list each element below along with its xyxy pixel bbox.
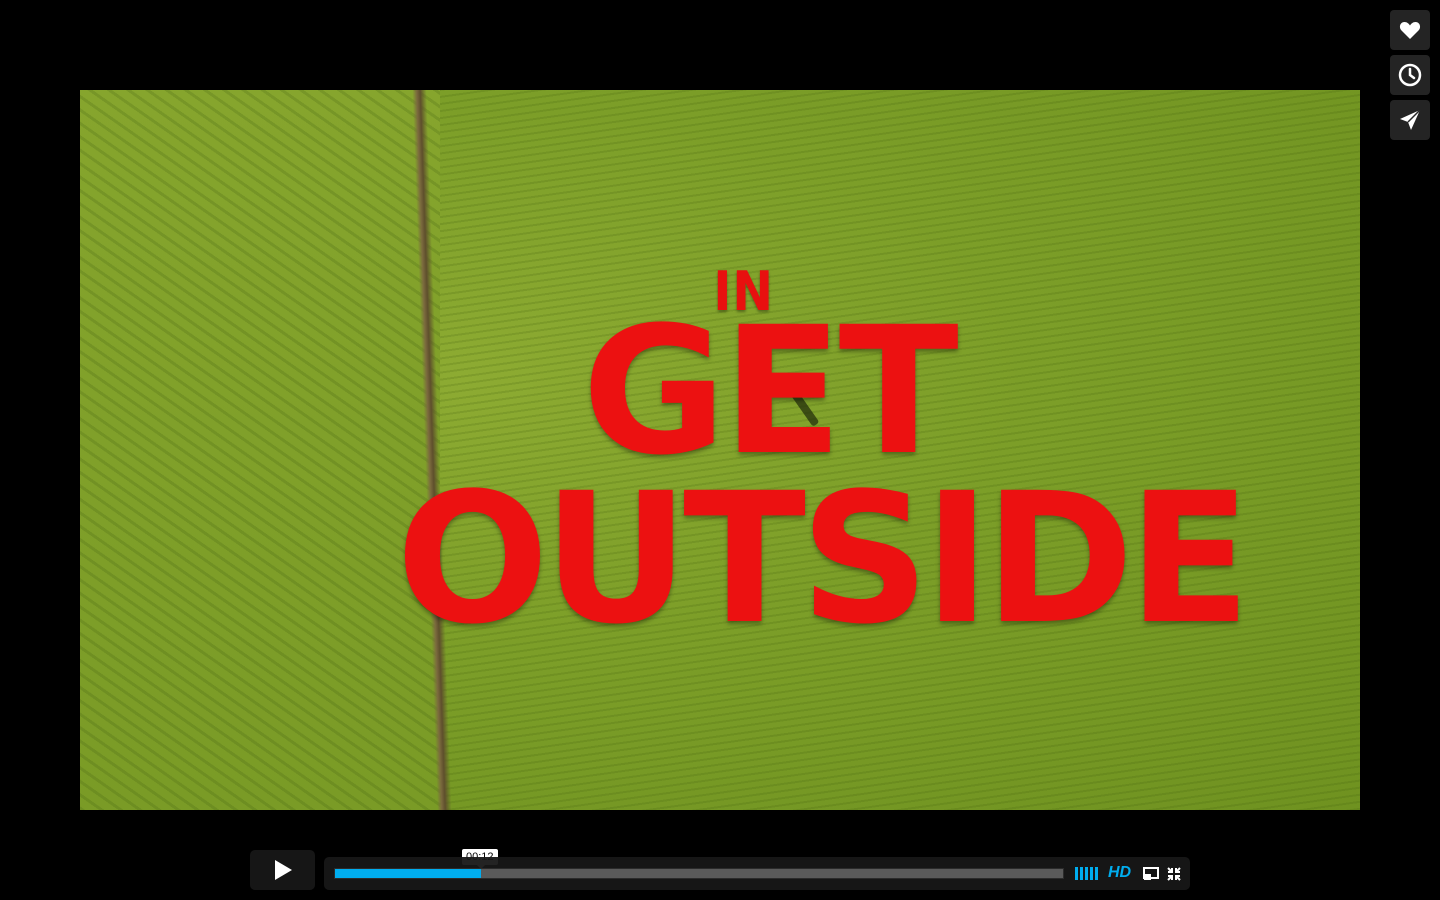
volume-bar xyxy=(1095,867,1098,880)
progress-bar[interactable] xyxy=(334,868,1064,879)
fullscreen-icon xyxy=(1167,867,1181,881)
volume-bar xyxy=(1080,867,1083,880)
share-button[interactable] xyxy=(1390,100,1430,140)
video-player: IN GET OUTSIDE 00:12 xyxy=(0,0,1440,900)
side-actions xyxy=(1390,10,1430,145)
heart-icon xyxy=(1399,22,1421,39)
hd-toggle[interactable]: HD xyxy=(1108,864,1131,882)
clock-icon xyxy=(1398,63,1422,87)
volume-bar xyxy=(1085,867,1088,880)
picture-in-picture-icon xyxy=(1143,867,1159,880)
play-icon xyxy=(274,860,292,880)
grass-field-left xyxy=(80,90,440,810)
volume-bar xyxy=(1075,867,1078,880)
control-bar: HD xyxy=(324,857,1190,890)
play-button[interactable] xyxy=(250,850,315,890)
title-line-outside: OUTSIDE xyxy=(396,455,1251,664)
volume-bar xyxy=(1090,867,1093,880)
progress-played xyxy=(335,869,481,878)
send-icon xyxy=(1400,109,1421,130)
like-button[interactable] xyxy=(1390,10,1430,50)
watch-later-button[interactable] xyxy=(1390,55,1430,95)
pip-button[interactable] xyxy=(1143,866,1159,882)
video-frame[interactable]: IN GET OUTSIDE xyxy=(80,90,1360,810)
volume-control[interactable] xyxy=(1075,867,1099,880)
fullscreen-button[interactable] xyxy=(1166,866,1182,882)
